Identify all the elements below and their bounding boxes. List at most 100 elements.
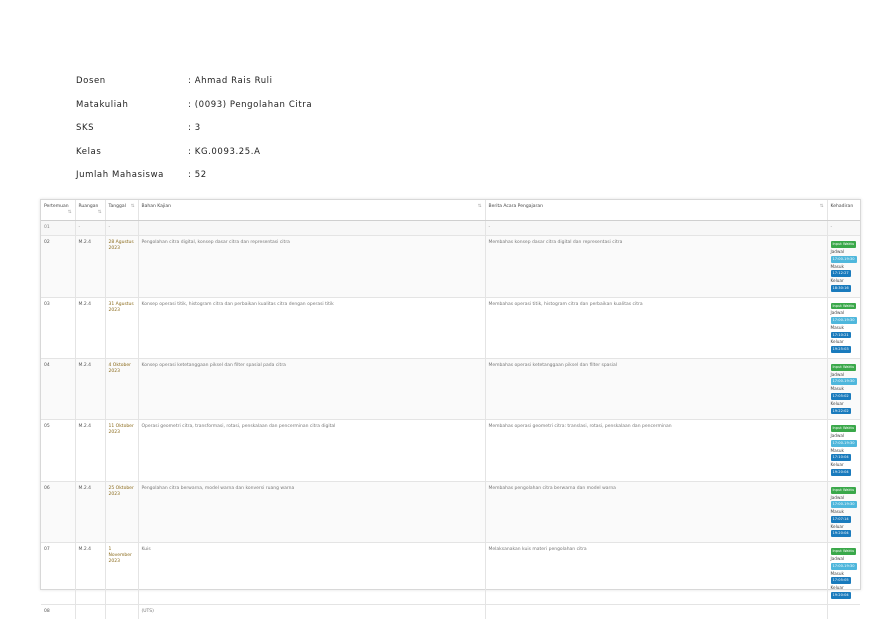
- meeting-table: Pertemuan ⇅ Ruangan ⇅ Tanggal ⇅ Bahan Kajia…: [41, 200, 860, 619]
- cell-pertemuan: 03: [41, 297, 76, 359]
- cell: 01: [41, 220, 76, 237]
- info-value: : 52: [188, 170, 207, 180]
- table-row: 05 M.2.4 11 Oktober 2023 Operasi geometri c…: [41, 419, 860, 482]
- table-row: 02 M.2.4 28 Agustus 2023 Pengolahan citra d…: [41, 235, 860, 298]
- cell-kehadiran: Input Waktu Jadwal 17:00-19:30 Masuk 17:07:1…: [827, 481, 860, 544]
- info-label: SKS: [76, 123, 95, 133]
- jadwal-badge: 17:00-19:30: [830, 317, 857, 324]
- keluar-label: Keluar: [830, 339, 844, 345]
- table-row: 06 M.2.4 25 Oktober 2023 Pengolahan citra b…: [41, 481, 860, 544]
- col-kehadiran[interactable]: Kehadiran: [827, 200, 860, 222]
- cell-berita-acara: Membahas operasi geometri citra: transla…: [485, 419, 828, 482]
- info-label: Matakuliah: [76, 99, 129, 110]
- cell-tanggal: 11 Oktober 2023: [105, 419, 139, 482]
- keluar-badge: 19:20:04: [830, 530, 851, 538]
- jadwal-label: Jadwal: [830, 555, 845, 561]
- cell-berita-acara: Membahas konsep dasar citra digital dan …: [485, 235, 828, 298]
- cell-bahan-kajian: Operasi geometri citra, transformasi, ro…: [138, 419, 486, 482]
- masuk-label: Masuk: [830, 447, 844, 453]
- input-waktu-button[interactable]: Input Waktu: [830, 302, 857, 310]
- course-info: Dosen: Ahmad Rais Ruli Matakuliah : (0093)…: [76, 76, 312, 194]
- info-row: Dosen: Ahmad Rais Ruli: [76, 76, 312, 100]
- cell: [75, 604, 106, 619]
- cell-pertemuan: 02: [41, 235, 76, 298]
- info-row: SKS : 3: [76, 123, 312, 147]
- keluar-label: Keluar: [830, 585, 844, 591]
- masuk-badge: 17:05:02: [830, 393, 851, 400]
- masuk-badge: 17:05:05: [830, 577, 851, 585]
- cell-bahan-kajian: Pengolahan citra digital, konsep dasar c…: [138, 235, 486, 298]
- info-value: : Ahmad Rais Ruli: [188, 76, 273, 86]
- col-berita-acara[interactable]: Berita Acara Pengajaran ⇅: [485, 200, 828, 222]
- cell-ruangan: M.2.4: [75, 358, 106, 421]
- cell: -: [105, 220, 139, 237]
- input-waktu-button[interactable]: Input Waktu: [830, 486, 857, 494]
- cell-tanggal: 28 Agustus 2023: [105, 235, 139, 298]
- masuk-badge: 17:10:21: [830, 331, 851, 339]
- cell-ruangan: M.2.4: [75, 419, 106, 482]
- col-pertemuan[interactable]: Pertemuan ⇅: [41, 200, 76, 222]
- jadwal-label: Jadwal: [830, 494, 845, 500]
- cell-tanggal: 31 Agustus 2023: [105, 297, 139, 359]
- cell-bahan-kajian: Konsep operasi titik, histogram citra da…: [138, 297, 486, 359]
- masuk-label: Masuk: [830, 509, 844, 515]
- masuk-label: Masuk: [830, 386, 844, 392]
- keluar-label: Keluar: [830, 462, 844, 468]
- cell-kehadiran: Input Waktu Jadwal 17:00-19:30 Masuk 17:05:0…: [827, 542, 860, 605]
- masuk-label: Masuk: [830, 570, 844, 576]
- jadwal-badge: 17:00-19:30: [830, 501, 857, 509]
- table-row: 03 M.2.4 31 Agustus 2023 Konsep operasi tit…: [41, 297, 860, 359]
- table-row: 07 M.2.4 1 November 2023 Kuis Melaksanakan k…: [41, 542, 860, 605]
- jadwal-label: Jadwal: [830, 310, 845, 316]
- jadwal-label: Jadwal: [830, 433, 845, 439]
- input-waktu-button[interactable]: Input Waktu: [830, 241, 857, 249]
- cell-bahan-kajian: Konsep operasi ketetanggaan piksel dan f…: [138, 358, 486, 421]
- cell-kehadiran: Input Waktu Jadwal 17:00-19:30 Masuk 17:05:0…: [827, 358, 860, 421]
- cell-berita-acara: Membahas pengolahan citra berwarna dan m…: [485, 481, 828, 544]
- cell-bahan-kajian: (UTS): [138, 604, 486, 619]
- input-waktu-button[interactable]: Input Waktu: [830, 425, 857, 433]
- jadwal-label: Jadwal: [830, 371, 845, 377]
- table-row: 01 - - - -: [41, 220, 860, 237]
- cell-ruangan: M.2.4: [75, 481, 106, 544]
- info-value: : (0093) Pengolahan Citra: [188, 99, 313, 110]
- masuk-label: Masuk: [830, 263, 844, 269]
- keluar-badge: 18:30:16: [830, 284, 851, 292]
- col-bahan-kajian[interactable]: Bahan Kajian ⇅: [138, 200, 486, 222]
- keluar-badge: 19:22:02: [830, 407, 851, 415]
- cell: [485, 604, 828, 619]
- cell-tanggal: 1 November 2023: [105, 542, 139, 605]
- cell: -: [75, 220, 106, 237]
- keluar-label: Keluar: [830, 278, 844, 284]
- keluar-badge: 19:25:03: [830, 346, 851, 353]
- table-row: 08 (UTS): [41, 604, 860, 619]
- cell-pertemuan: 08: [41, 604, 76, 619]
- col-tanggal[interactable]: Tanggal ⇅: [105, 200, 139, 222]
- input-waktu-button[interactable]: Input Waktu: [830, 548, 857, 555]
- info-row: Kelas: KG.0093.25.A: [76, 147, 312, 171]
- info-row: Matakuliah : (0093) Pengolahan Citra: [76, 100, 312, 124]
- jadwal-badge: 17:00-19:30: [830, 562, 857, 570]
- cell-tanggal: 25 Oktober 2023: [105, 481, 139, 544]
- keluar-badge: 19:20:04: [830, 468, 851, 476]
- masuk-label: Masuk: [830, 324, 844, 330]
- cell-berita-acara: Membahas operasi ketetanggaan piksel dan…: [485, 358, 828, 421]
- jadwal-badge: 17:00-19:30: [830, 255, 857, 263]
- meeting-table-container: Pertemuan ⇅ Ruangan ⇅ Tanggal ⇅ Bahan Kajia…: [40, 199, 861, 619]
- info-value: : 3: [188, 123, 201, 133]
- keluar-label: Keluar: [830, 400, 844, 406]
- masuk-badge: 17:07:14: [830, 515, 851, 523]
- cell-pertemuan: 05: [41, 419, 76, 482]
- masuk-badge: 17:12:27: [830, 270, 851, 278]
- jadwal-badge: 17:00-19:30: [830, 378, 857, 386]
- cell: -: [827, 220, 860, 237]
- cell-pertemuan: 07: [41, 542, 76, 605]
- cell-pertemuan: 04: [41, 358, 76, 421]
- cell-berita-acara: Melaksanakan kuis materi pengolahan citr…: [485, 542, 828, 605]
- cell-kehadiran: Input Waktu Jadwal 17:00-19:30 Masuk 17:10:2…: [827, 297, 860, 359]
- cell-bahan-kajian: Kuis: [138, 542, 486, 605]
- col-ruangan[interactable]: Ruangan ⇅: [75, 200, 106, 222]
- input-waktu-button[interactable]: Input Waktu: [830, 363, 857, 371]
- keluar-badge: 19:20:04: [830, 591, 851, 599]
- cell-pertemuan: 06: [41, 481, 76, 544]
